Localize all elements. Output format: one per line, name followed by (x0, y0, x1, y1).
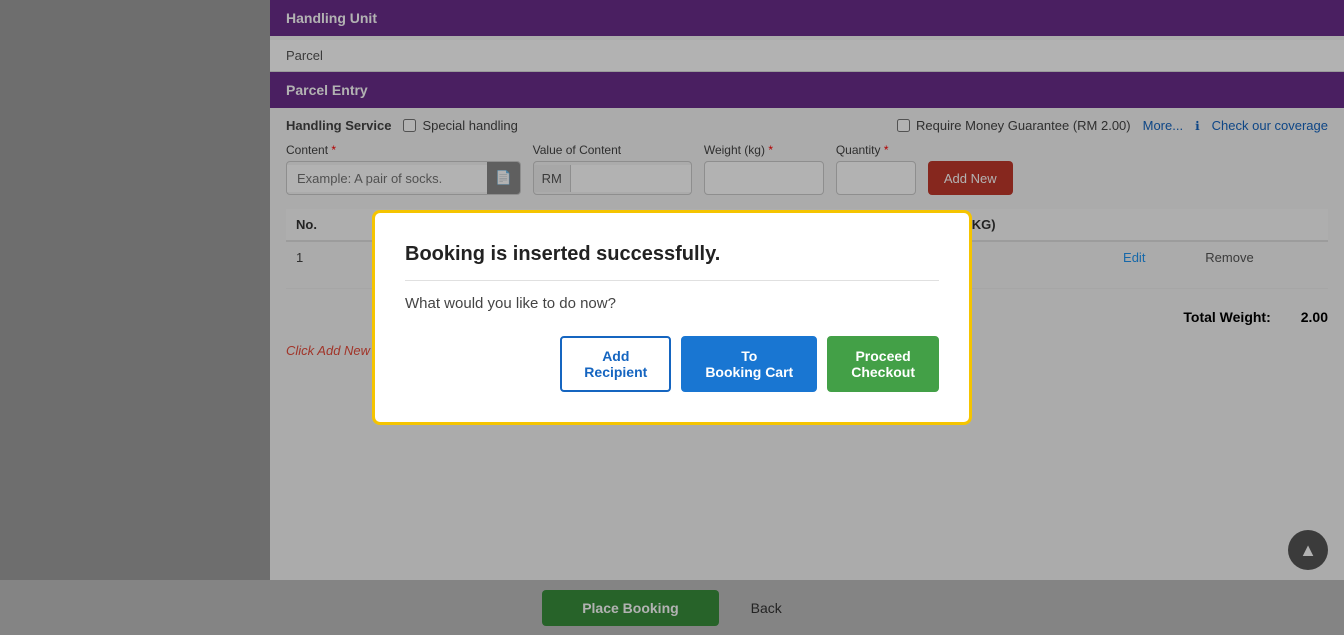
modal-buttons: Add Recipient To Booking Cart Proceed Ch… (405, 336, 939, 392)
proceed-checkout-button[interactable]: Proceed Checkout (827, 336, 939, 392)
modal-overlay: Booking is inserted successfully. What w… (0, 0, 1344, 635)
add-recipient-line1: Add (602, 348, 629, 364)
proceed-checkout-line1: Proceed (855, 348, 910, 364)
add-recipient-line2: Recipient (584, 364, 647, 380)
to-booking-cart-line2: Booking Cart (705, 364, 793, 380)
to-booking-cart-button[interactable]: To Booking Cart (681, 336, 817, 392)
modal-title: Booking is inserted successfully. (405, 243, 939, 281)
proceed-checkout-line2: Checkout (851, 364, 915, 380)
to-booking-cart-line1: To (741, 348, 757, 364)
success-modal: Booking is inserted successfully. What w… (372, 210, 972, 425)
modal-message: What would you like to do now? (405, 295, 939, 312)
add-recipient-button[interactable]: Add Recipient (560, 336, 671, 392)
